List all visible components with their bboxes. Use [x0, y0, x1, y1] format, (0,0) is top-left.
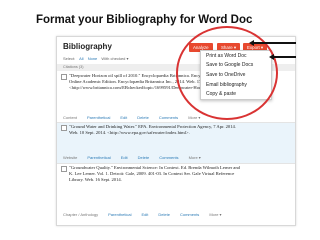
edit-link[interactable]: Edit	[142, 212, 149, 217]
with-checked-dropdown[interactable]: With checked ▾	[101, 56, 128, 61]
more-dropdown[interactable]: More ▾	[189, 155, 201, 160]
highlight-circle	[176, 26, 278, 120]
comments-link[interactable]: Comments	[159, 155, 178, 160]
parenthetical-link[interactable]: Parenthetical	[87, 155, 110, 160]
edit-link[interactable]: Edit	[120, 115, 127, 120]
entry-actions: Website Parenthetical Edit Delete Commen…	[63, 155, 201, 160]
edit-link[interactable]: Edit	[121, 155, 128, 160]
more-dropdown[interactable]: More ▾	[188, 115, 200, 120]
selection-row: Select: All None With checked ▾	[63, 56, 132, 61]
select-none-link[interactable]: None	[88, 56, 98, 61]
export-pointer-arrow	[249, 39, 296, 46]
entry-actions: Chapter / Anthology Parenthetical Edit D…	[63, 212, 222, 217]
citation-text: "Ground Water and Drinking Water." EPA. …	[69, 124, 236, 136]
parenthetical-link[interactable]: Parenthetical	[108, 212, 131, 217]
delete-link[interactable]: Delete	[158, 212, 170, 217]
select-all-link[interactable]: All	[79, 56, 83, 61]
more-dropdown[interactable]: More ▾	[209, 212, 221, 217]
entry-type: Content	[63, 115, 78, 120]
entry-type: Website	[63, 155, 78, 160]
entry-checkbox[interactable]	[61, 166, 67, 172]
entry-actions: Content Parenthetical Edit Delete Commen…	[63, 115, 200, 120]
citation-entry: "Groundwater Quality." Environmental Sci…	[57, 164, 295, 224]
comments-link[interactable]: Comments	[180, 212, 199, 217]
parenthetical-link[interactable]: Parenthetical	[87, 115, 110, 120]
select-label: Select:	[63, 56, 76, 61]
entry-type: Chapter / Anthology	[63, 212, 99, 217]
entry-checkbox[interactable]	[61, 74, 67, 80]
print-pointer-arrow	[269, 53, 296, 60]
panel-title: Bibliography	[63, 42, 112, 51]
delete-link[interactable]: Delete	[137, 115, 149, 120]
comments-link[interactable]: Comments	[159, 115, 178, 120]
citation-entry: "Ground Water and Drinking Water." EPA. …	[57, 123, 295, 163]
delete-link[interactable]: Delete	[138, 155, 150, 160]
entry-checkbox[interactable]	[61, 125, 67, 131]
citation-text: "Groundwater Quality." Environmental Sci…	[69, 165, 240, 183]
slide-title: Format your Bibliography for Word Doc	[36, 14, 253, 26]
